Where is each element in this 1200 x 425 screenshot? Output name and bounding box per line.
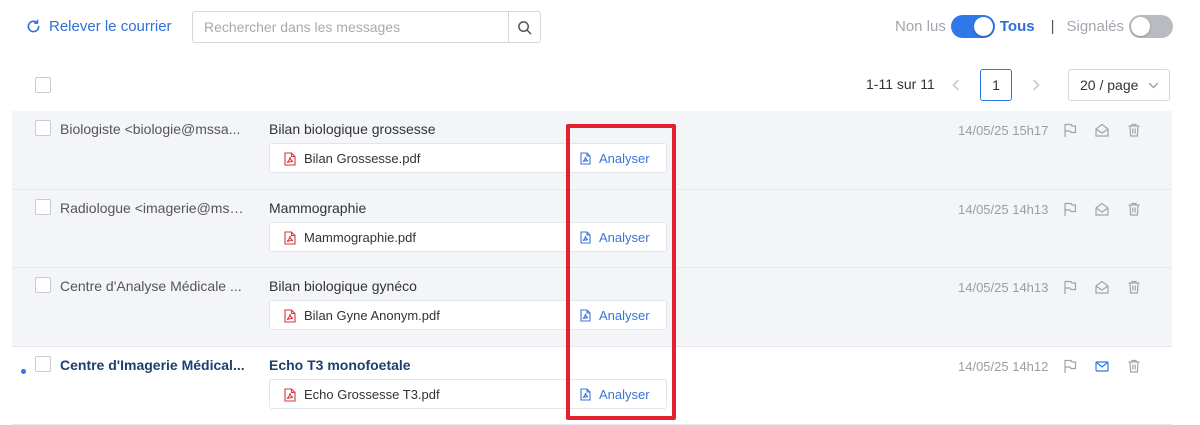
message-checkbox[interactable] [35,355,51,372]
filter-all-label: Tous [999,18,1035,35]
select-all-checkbox[interactable] [35,77,51,93]
document-analyze-icon [580,309,591,322]
message-row[interactable]: Centre d'Analyse Médicale ... Bilan biol… [12,268,1172,347]
unread-indicator [21,368,26,374]
flagged-label: Signalés [1066,18,1125,35]
message-sender: Radiologue <imagerie@mss... [60,199,245,216]
switch-knob [1131,17,1151,36]
chevron-down-icon [1148,82,1159,89]
message-search [192,11,541,43]
document-analyze-icon [580,152,591,165]
chevron-right-icon[interactable] [1029,77,1043,93]
chevron-left-icon[interactable] [949,77,963,93]
pagination-range: 1-11 sur 11 [866,76,935,92]
page-size-select[interactable]: 20 / page [1068,69,1170,101]
attachment-card: Mammographie.pdf Analyser [269,221,667,252]
trash-icon[interactable] [1126,279,1142,295]
message-subject: Bilan biologique grossesse [269,121,436,137]
analyze-button[interactable]: Analyser [580,230,650,245]
envelope-open-icon[interactable] [1094,201,1110,217]
attachment-divider [566,301,567,329]
document-analyze-icon [580,387,591,401]
attachment-divider [566,379,567,408]
message-list: Biologiste <biologie@mssa... Bilan biolo… [12,111,1172,425]
analyze-label: Analyser [599,386,650,402]
pdf-file-icon [284,230,296,245]
attachment-filename[interactable]: Mammographie.pdf [304,230,416,245]
attachment-filename[interactable]: Bilan Grossesse.pdf [304,151,420,166]
refresh-icon [27,19,40,33]
message-subject: Mammographie [269,199,367,216]
search-icon [518,20,532,34]
flag-icon[interactable] [1062,279,1078,295]
refresh-mail-label: Relever le courrier [49,18,172,35]
envelope-open-icon[interactable] [1094,279,1110,295]
unread-all-switch[interactable] [950,15,995,38]
pdf-file-icon [284,309,296,323]
analyze-button[interactable]: Analyser [580,151,650,166]
trash-icon[interactable] [1126,358,1142,374]
refresh-mail-button[interactable]: Relever le courrier [26,18,172,35]
page-size-value: 20 / page [1080,77,1139,93]
analyze-label: Analyser [599,308,650,323]
mail-toolbar: Relever le courrier Non lus Tous | Signa… [0,0,1200,60]
trash-icon[interactable] [1126,201,1142,217]
attachment-card: Echo Grossesse T3.pdf Analyser [269,378,667,409]
toolbar-separator: | [1050,18,1055,35]
message-row[interactable]: Biologiste <biologie@mssa... Bilan biolo… [12,111,1172,190]
message-date: 14/05/25 14h13 [958,201,1049,217]
message-checkbox[interactable] [35,198,51,215]
message-date: 14/05/25 15h17 [958,123,1049,138]
analyze-label: Analyser [599,229,650,245]
message-row[interactable]: Radiologue <imagerie@mss... Mammographie… [12,189,1172,268]
analyze-label: Analyser [599,151,650,166]
attachment-card: Bilan Grossesse.pdf Analyser [269,143,667,173]
message-subject: Echo T3 monofoetale [269,356,411,373]
message-sender: Biologiste <biologie@mssa... [60,121,241,137]
switch-knob [973,17,993,36]
search-button[interactable] [508,12,540,42]
filter-toggles: Non lus Tous | Signalés [895,15,1178,38]
search-input[interactable] [193,12,508,42]
message-subject: Bilan biologique gynéco [269,278,417,294]
analyze-button[interactable]: Analyser [580,308,650,323]
attachment-card: Bilan Gyne Anonym.pdf Analyser [269,300,667,330]
attachment-filename[interactable]: Echo Grossesse T3.pdf [304,387,440,402]
attachment-filename[interactable]: Bilan Gyne Anonym.pdf [304,308,440,323]
pdf-file-icon [284,152,296,166]
pagination-bar: 1-11 sur 11 1 20 / page [0,68,1200,104]
pdf-file-icon [284,387,296,402]
envelope-open-icon[interactable] [1094,122,1110,138]
flagged-switch[interactable] [1129,15,1174,38]
flag-icon[interactable] [1062,201,1078,217]
analyze-button[interactable]: Analyser [580,387,650,402]
message-row[interactable]: Centre d'Imagerie Médical... Echo T3 mon… [12,346,1172,425]
current-page-button[interactable]: 1 [980,69,1012,101]
message-checkbox[interactable] [35,120,51,136]
flag-icon[interactable] [1062,358,1078,374]
message-date: 14/05/25 14h12 [958,358,1049,374]
message-sender: Centre d'Analyse Médicale ... [60,278,242,294]
trash-icon[interactable] [1126,122,1142,138]
attachment-divider [566,144,567,172]
filter-unread-label: Non lus [895,18,946,35]
envelope-icon[interactable] [1094,358,1110,374]
message-date: 14/05/25 14h13 [958,280,1049,295]
document-analyze-icon [580,230,591,244]
attachment-divider [566,222,567,251]
flag-icon[interactable] [1062,122,1078,138]
message-checkbox[interactable] [35,277,51,293]
message-sender: Centre d'Imagerie Médical... [60,356,245,373]
